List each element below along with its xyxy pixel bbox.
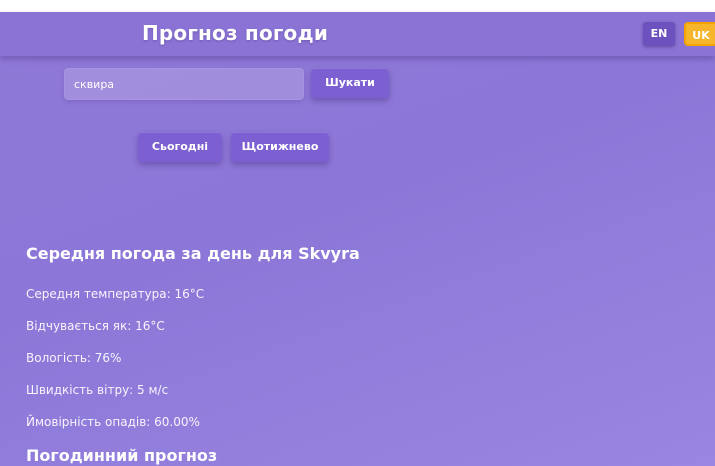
weekly-button[interactable]: Щотижнево: [231, 132, 329, 162]
hourly-forecast-title: Погодинний прогноз: [26, 446, 218, 465]
today-button[interactable]: Сьогодні: [138, 132, 222, 162]
precipitation-probability: Ймовірність опадів: 60.00%: [26, 415, 200, 429]
daily-summary-title: Середня погода за день для Skvyra: [26, 244, 360, 263]
humidity: Вологість: 76%: [26, 351, 122, 365]
city-search-input[interactable]: [64, 68, 304, 100]
app-title: Прогноз погоди: [141, 21, 329, 45]
language-en-button[interactable]: EN: [643, 22, 675, 46]
wind-speed: Швидкість вітру: 5 м/с: [26, 383, 169, 397]
top-strip: [0, 0, 715, 12]
feels-like: Відчувається як: 16°C: [26, 319, 165, 333]
average-temperature: Середня температура: 16°C: [26, 287, 205, 301]
search-button[interactable]: Шукати: [311, 68, 389, 98]
language-uk-button[interactable]: UK: [684, 22, 715, 46]
